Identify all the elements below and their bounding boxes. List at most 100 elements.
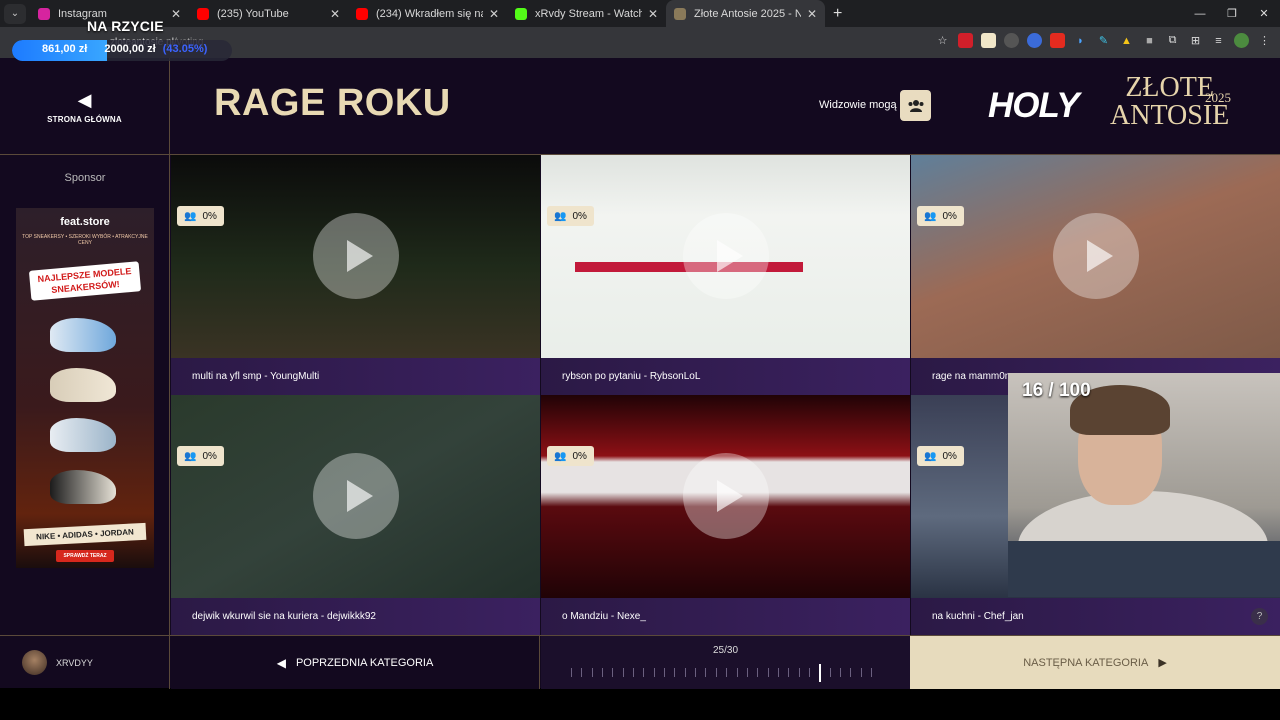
extension-icon[interactable]: ■ (1142, 33, 1157, 48)
new-tab-icon[interactable]: + (833, 5, 842, 23)
extensions-row: ☆ ◗ ✎ ▲ ■ ⧉ ⊞ ≡ ⋮ (935, 33, 1272, 48)
users-icon: 👥 (554, 210, 567, 222)
extension-icon[interactable]: ✎ (1096, 33, 1111, 48)
play-icon[interactable] (313, 453, 399, 539)
puzzle-icon[interactable]: ⧉ (1165, 33, 1180, 48)
category-tick (602, 668, 604, 677)
menu-kebab-icon[interactable]: ⋮ (1257, 33, 1272, 48)
tab-close-icon[interactable]: ✕ (648, 7, 658, 21)
sneaker-image (50, 418, 116, 452)
sponsor-ad[interactable]: feat.store TOP SNEAKERSY • SZEROKI WYBÓR… (16, 208, 154, 568)
bottom-navigation: XRVDYY ◀ POPRZEDNIA KATEGORIA 25/30 NAST… (0, 635, 1280, 689)
home-back-button[interactable]: ◀ STRONA GŁÓWNA (0, 58, 170, 155)
pdf-icon[interactable] (1050, 33, 1065, 48)
nominee-caption: multi na yfl smp - YoungMulti (171, 358, 540, 395)
category-tick (715, 668, 717, 677)
browser-tab-bar: ⌄ Instagram ✕ (235) YouTube ✕ (234) Wkra… (0, 0, 1280, 27)
tab-search-button[interactable]: ⌄ (4, 3, 26, 24)
tab-close-icon[interactable]: ✕ (807, 7, 817, 21)
profile-switch-icon[interactable]: ⊞ (1188, 33, 1203, 48)
viewers-toggle-button[interactable] (900, 90, 931, 121)
webcam-overlay (1008, 373, 1280, 597)
tab-youtube-video[interactable]: (234) Wkradłem się na wyspę J... ✕ (348, 0, 507, 27)
tab-kick[interactable]: xRvdy Stream - Watch Live on K... ✕ (507, 0, 666, 27)
tab-youtube[interactable]: (235) YouTube ✕ (189, 0, 348, 27)
category-tick-current (819, 664, 822, 682)
play-icon[interactable] (313, 213, 399, 299)
category-tick (808, 668, 810, 677)
nominee-caption: na kuchni - Chef_jan (911, 598, 1280, 635)
play-icon[interactable] (683, 453, 769, 539)
sneaker-image (50, 318, 116, 352)
user-profile[interactable]: XRVDYY (0, 636, 170, 689)
category-tick (591, 668, 593, 677)
nominee-card[interactable]: 👥 0% multi na yfl smp - YoungMulti (171, 155, 540, 395)
extension-icon[interactable] (1027, 33, 1042, 48)
sponsor-sidebar: Sponsor feat.store TOP SNEAKERSY • SZERO… (0, 155, 170, 635)
nominee-card[interactable]: 👥 0% rage na mamm0na (911, 155, 1280, 395)
profile-avatar[interactable] (1234, 33, 1249, 48)
instagram-icon (38, 7, 50, 20)
arrow-left-icon: ◀ (276, 655, 286, 670)
tab-close-icon[interactable]: ✕ (489, 7, 499, 21)
nominee-card[interactable]: 👥 0% o Mandziu - Nexe_ (541, 395, 910, 635)
arrow-right-icon: ▶ (1158, 657, 1167, 669)
nominee-card[interactable]: 👥 0% dejwik wkurwil sie na kuriera - dej… (171, 395, 540, 635)
viewers-label: Widzowie mogą (819, 99, 897, 111)
category-tick (798, 668, 800, 677)
tab-close-icon[interactable]: ✕ (330, 7, 340, 21)
nominee-card[interactable]: 👥 0% rybson po pytaniu - RybsonLoL (541, 155, 910, 395)
logo-line-2: ANTOSIE (1110, 100, 1230, 131)
category-tick (726, 668, 728, 677)
extension-icon[interactable]: ▲ (1119, 33, 1134, 48)
tab-label: Złote Antosie 2025 - Największ... (694, 7, 801, 20)
ad-brand: feat.store (60, 216, 110, 228)
users-icon (908, 99, 923, 112)
minimize-icon[interactable]: — (1184, 0, 1216, 27)
extension-icon[interactable] (981, 33, 996, 48)
category-tick (622, 668, 624, 677)
username: XRVDYY (56, 657, 93, 668)
extension-icon[interactable]: ◗ (1073, 33, 1088, 48)
vote-percent: 0% (942, 450, 957, 462)
category-tick (705, 668, 707, 677)
stream-goal-title: NA RZYCIE (87, 18, 164, 34)
stream-goal-target: 2000,00 zł (104, 43, 156, 55)
bookmark-star-icon[interactable]: ☆ (935, 33, 950, 48)
vote-percent: 0% (572, 210, 587, 222)
category-tick (581, 668, 583, 677)
maximize-icon[interactable]: ❐ (1216, 0, 1248, 27)
ad-brands: NIKE • ADIDAS • JORDAN (23, 522, 147, 547)
reading-list-icon[interactable]: ≡ (1211, 33, 1226, 48)
previous-category-button[interactable]: ◀ POPRZEDNIA KATEGORIA (171, 636, 540, 689)
help-icon[interactable]: ? (1251, 608, 1268, 625)
zlote-antosie-icon (674, 7, 686, 20)
tab-close-icon[interactable]: ✕ (171, 7, 181, 21)
webcam-counter: 16 / 100 (1022, 380, 1091, 401)
next-category-button[interactable]: NASTĘPNA KATEGORIA ▶ (910, 636, 1280, 689)
ad-tagline: TOP SNEAKERSY • SZEROKI WYBÓR • ATRAKCYJ… (22, 234, 148, 246)
next-category-label: NASTĘPNA KATEGORIA (1023, 656, 1149, 669)
ad-cta-button[interactable]: SPRAWDŹ TERAZ (56, 550, 114, 562)
close-window-icon[interactable]: ✕ (1248, 0, 1280, 27)
vote-percent-badge: 👥 0% (177, 206, 224, 226)
category-tick (612, 668, 614, 677)
users-icon: 👥 (184, 210, 197, 222)
category-tick (674, 668, 676, 677)
category-tick (736, 668, 738, 677)
extension-icon[interactable] (958, 33, 973, 48)
play-icon[interactable] (683, 213, 769, 299)
category-tick (643, 668, 645, 677)
extension-icon[interactable] (1004, 33, 1019, 48)
users-icon: 👥 (924, 450, 937, 462)
play-icon[interactable] (1053, 213, 1139, 299)
vote-percent: 0% (572, 450, 587, 462)
category-title: RAGE ROKU (214, 82, 451, 124)
nominee-caption: o Mandziu - Nexe_ (541, 598, 910, 635)
vote-percent-badge: 👥 0% (917, 206, 964, 226)
tab-zlote-antosie[interactable]: Złote Antosie 2025 - Największ... ✕ (666, 0, 825, 27)
stream-goal-raised: 861,00 zł (42, 43, 88, 55)
category-tick (767, 668, 769, 677)
ad-headline: NAJLEPSZE MODELE SNEAKERSÓW! (28, 261, 142, 301)
kick-icon (515, 7, 527, 20)
